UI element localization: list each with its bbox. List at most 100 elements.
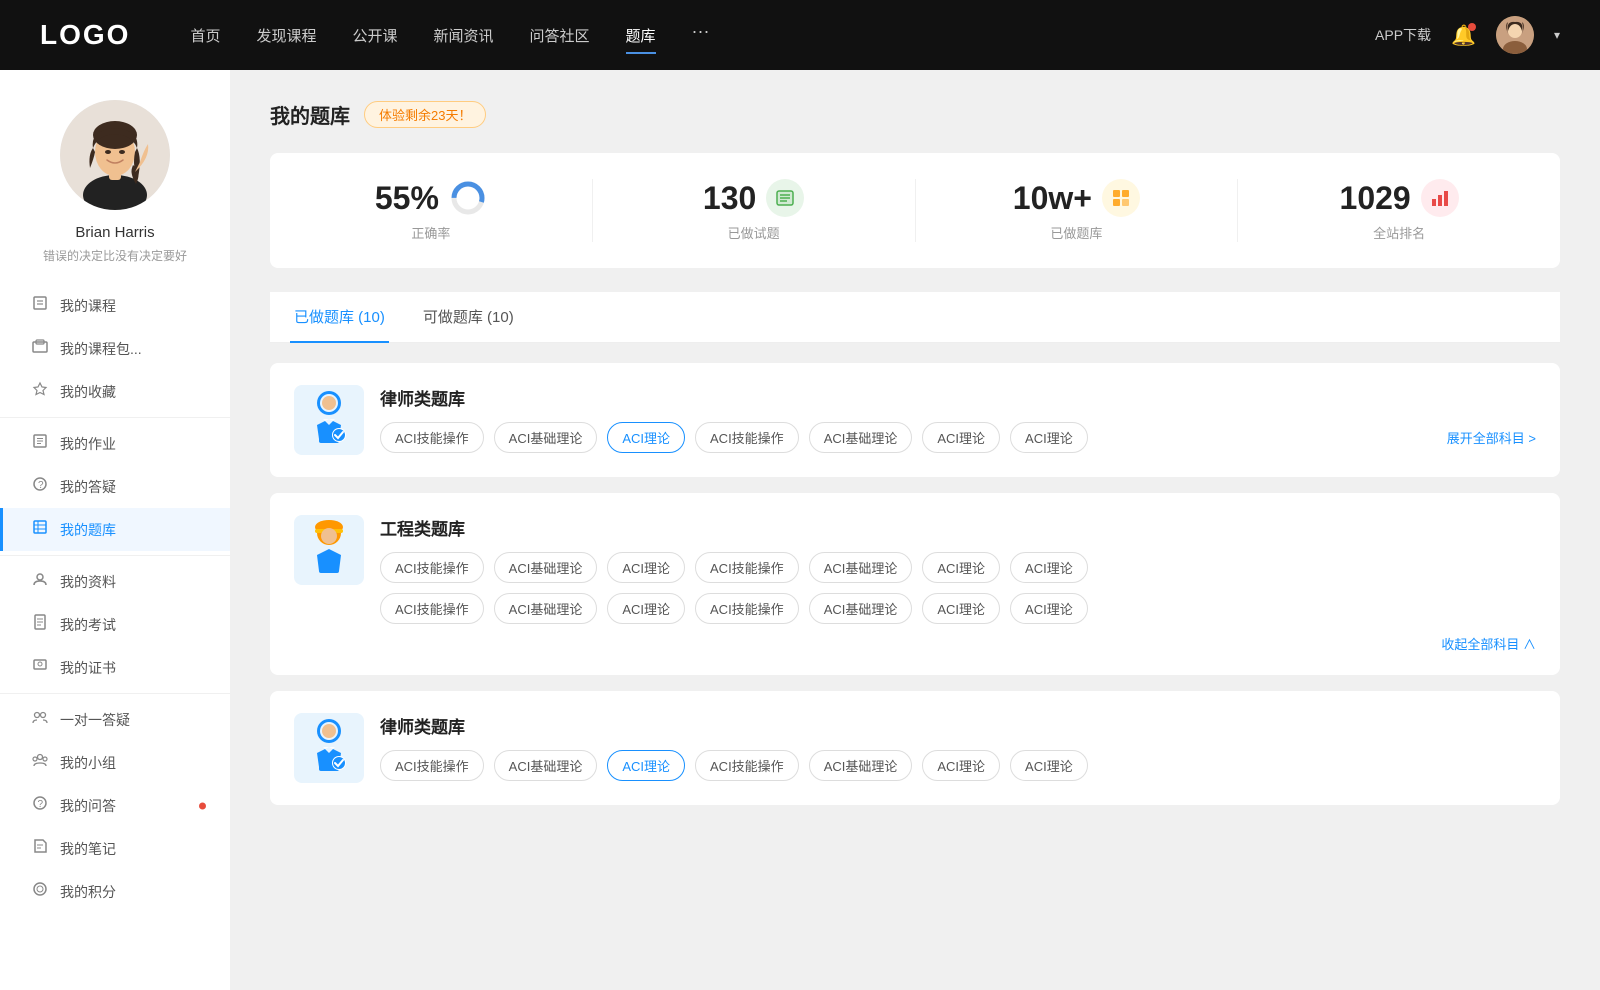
stat-accuracy-label: 正确率	[411, 223, 450, 242]
qbank-tag[interactable]: ACI理论	[1010, 750, 1088, 781]
course-package-icon	[30, 338, 50, 359]
stats-row: 55% 正确率 130	[270, 153, 1560, 268]
qbank-tag[interactable]: ACI理论	[1010, 422, 1088, 453]
user-avatar[interactable]	[1496, 16, 1534, 54]
nav-link-news[interactable]: 新闻资讯	[434, 21, 494, 50]
qbank-tag[interactable]: ACI技能操作	[380, 593, 484, 624]
qbank-name-lawyer-1: 律师类题库	[380, 385, 1536, 410]
qbank-tag[interactable]: ACI理论	[922, 750, 1000, 781]
qbank-tag[interactable]: ACI技能操作	[380, 552, 484, 583]
stat-ranking-label: 全站排名	[1373, 223, 1425, 242]
avatar-image	[1496, 16, 1534, 54]
sidebar-item-label-questions: 我的答疑	[60, 477, 116, 497]
sidebar-item-exam[interactable]: 我的考试	[0, 603, 230, 646]
sidebar-item-my-qa[interactable]: ? 我的问答	[0, 784, 230, 827]
stat-done-questions-label: 已做试题	[728, 223, 780, 242]
qbank-tag[interactable]: ACI理论	[607, 593, 685, 624]
notification-bell[interactable]: 🔔	[1451, 23, 1476, 48]
nav-more[interactable]: ···	[692, 21, 710, 50]
nav-link-opencourse[interactable]: 公开课	[352, 21, 397, 50]
donut-chart-icon	[449, 179, 487, 217]
qbank-tag[interactable]: ACI基础理论	[494, 750, 598, 781]
sidebar-item-course-package[interactable]: 我的课程包...	[0, 327, 230, 370]
sidebar-motto: 错误的决定比没有决定要好	[33, 247, 197, 264]
nav-links: 首页 发现课程 公开课 新闻资讯 问答社区 题库 ···	[190, 21, 1375, 50]
sidebar-item-label-1on1: 一对一答疑	[60, 710, 130, 730]
sidebar-item-label-qbank: 我的题库	[60, 520, 116, 540]
list-icon-circle	[766, 179, 804, 217]
stat-done-banks: 10w+ 已做题库	[916, 179, 1239, 242]
qbank-tag[interactable]: ACI基础理论	[809, 750, 913, 781]
app-download-button[interactable]: APP下载	[1375, 25, 1431, 45]
stat-ranking-value: 1029	[1340, 180, 1411, 217]
qbank-tag-active[interactable]: ACI理论	[607, 750, 685, 781]
qbank-tag[interactable]: ACI理论	[922, 593, 1000, 624]
stat-ranking-inner: 1029	[1340, 179, 1459, 217]
sidebar-item-1on1[interactable]: 一对一答疑	[0, 698, 230, 741]
qbank-tag[interactable]: ACI理论	[922, 552, 1000, 583]
qbank-tag[interactable]: ACI基础理论	[494, 552, 598, 583]
tab-available-banks[interactable]: 可做题库 (10)	[419, 292, 518, 343]
homework-icon	[30, 433, 50, 454]
sidebar-item-profile[interactable]: 我的资料	[0, 560, 230, 603]
sidebar-item-my-course[interactable]: 我的课程	[0, 284, 230, 327]
nav-link-qa[interactable]: 问答社区	[530, 21, 590, 50]
nav-link-discover[interactable]: 发现课程	[256, 21, 316, 50]
my-qa-icon: ?	[30, 795, 50, 816]
page-layout: Brian Harris 错误的决定比没有决定要好 我的课程 我的课程包... …	[0, 70, 1600, 990]
qbank-card-lawyer-1: 律师类题库 ACI技能操作 ACI基础理论 ACI理论 ACI技能操作 ACI基…	[270, 363, 1560, 477]
qbank-tag[interactable]: ACI基础理论	[809, 422, 913, 453]
qbank-tag[interactable]: ACI理论	[1010, 552, 1088, 583]
stat-done-banks-value: 10w+	[1013, 180, 1092, 217]
tab-done-banks[interactable]: 已做题库 (10)	[290, 292, 389, 343]
qbank-tag[interactable]: ACI技能操作	[380, 422, 484, 453]
sidebar-item-qbank[interactable]: 我的题库	[0, 508, 230, 551]
sidebar-item-points[interactable]: 我的积分	[0, 870, 230, 913]
notification-dot	[1468, 23, 1476, 31]
lawyer-svg-icon-2	[301, 717, 357, 779]
sidebar: Brian Harris 错误的决定比没有决定要好 我的课程 我的课程包... …	[0, 70, 230, 990]
qbank-tag[interactable]: ACI理论	[1010, 593, 1088, 624]
stat-done-banks-label: 已做题库	[1050, 223, 1102, 242]
qbank-card-engineer: 工程类题库 ACI技能操作 ACI基础理论 ACI理论 ACI技能操作 ACI基…	[270, 493, 1560, 675]
qbank-tag[interactable]: ACI技能操作	[695, 552, 799, 583]
qbank-footer-engineer: 收起全部科目 ∧	[380, 634, 1536, 653]
stat-ranking: 1029 全站排名	[1238, 179, 1560, 242]
divider-3	[0, 693, 230, 694]
qbank-tag[interactable]: ACI基础理论	[494, 422, 598, 453]
qbank-tag[interactable]: ACI技能操作	[695, 593, 799, 624]
qbank-tag[interactable]: ACI基础理论	[809, 593, 913, 624]
stat-done-banks-inner: 10w+	[1013, 179, 1140, 217]
sidebar-item-favorites[interactable]: 我的收藏	[0, 370, 230, 413]
qbank-tag[interactable]: ACI技能操作	[695, 750, 799, 781]
qbank-tag[interactable]: ACI技能操作	[695, 422, 799, 453]
star-icon	[30, 381, 50, 402]
sidebar-item-label-homework: 我的作业	[60, 434, 116, 454]
sidebar-item-certificate[interactable]: 我的证书	[0, 646, 230, 689]
stat-accuracy: 55% 正确率	[270, 179, 593, 242]
nav-link-home[interactable]: 首页	[190, 21, 220, 50]
qbank-tag[interactable]: ACI理论	[607, 552, 685, 583]
qbank-tag[interactable]: ACI基础理论	[494, 593, 598, 624]
qbank-tag[interactable]: ACI技能操作	[380, 750, 484, 781]
exam-icon	[30, 614, 50, 635]
qbank-tag[interactable]: ACI理论	[922, 422, 1000, 453]
logo[interactable]: LOGO	[40, 19, 130, 51]
nav-link-qbank[interactable]: 题库	[626, 21, 656, 50]
user-dropdown-icon[interactable]: ▾	[1554, 28, 1560, 42]
qbank-expand-button-1[interactable]: 展开全部科目 >	[1447, 428, 1536, 447]
sidebar-item-label-notes: 我的笔记	[60, 839, 116, 859]
grid-icon	[1110, 187, 1132, 209]
sidebar-item-notes[interactable]: 我的笔记	[0, 827, 230, 870]
sidebar-item-questions[interactable]: ? 我的答疑	[0, 465, 230, 508]
question-icon: ?	[30, 476, 50, 497]
main-content: 我的题库 体验剩余23天！ 55% 正确率 130	[230, 70, 1600, 990]
lawyer-svg-icon	[301, 389, 357, 451]
qbank-collapse-button[interactable]: 收起全部科目 ∧	[1441, 634, 1536, 653]
qbank-tag[interactable]: ACI基础理论	[809, 552, 913, 583]
sidebar-menu: 我的课程 我的课程包... 我的收藏 我的作业	[0, 284, 230, 913]
sidebar-item-label-my-qa: 我的问答	[60, 796, 116, 816]
sidebar-item-group[interactable]: 我的小组	[0, 741, 230, 784]
sidebar-item-homework[interactable]: 我的作业	[0, 422, 230, 465]
qbank-tag-active[interactable]: ACI理论	[607, 422, 685, 453]
